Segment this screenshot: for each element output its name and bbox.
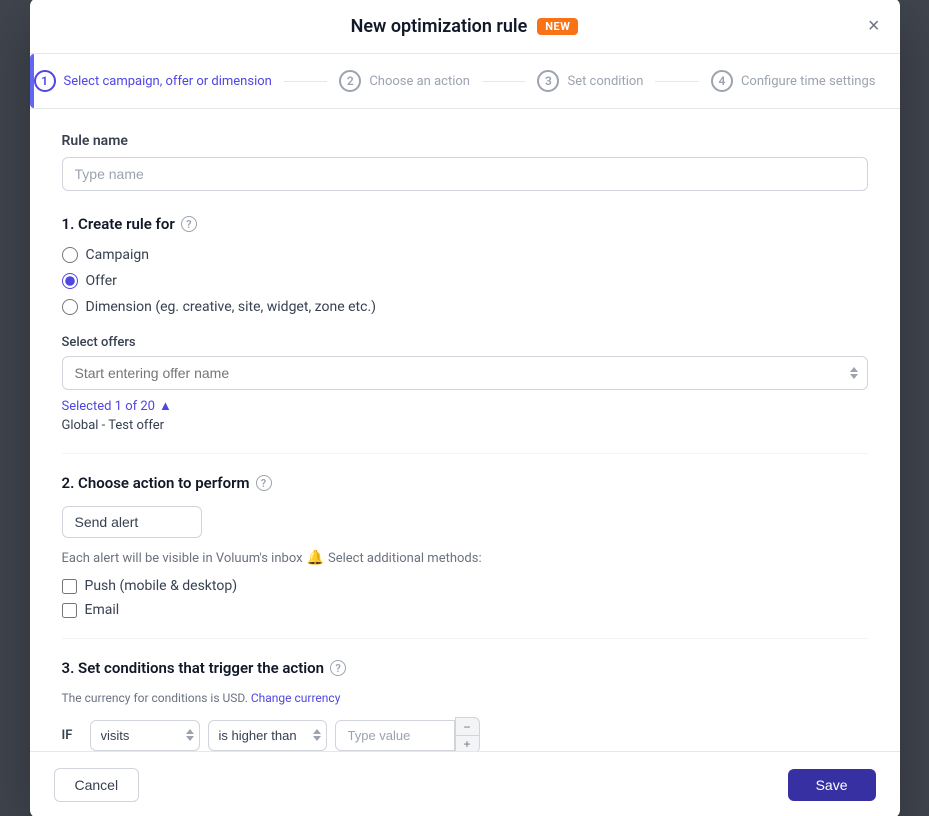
cancel-button[interactable]: Cancel [54, 768, 140, 802]
save-button[interactable]: Save [788, 769, 876, 801]
radio-offer-label: Offer [86, 273, 117, 289]
step-4-number: 4 [711, 70, 733, 92]
rule-name-input[interactable] [62, 157, 868, 191]
modal-overlay: New optimization rule NEW × 1 Select cam… [0, 0, 929, 816]
radio-campaign-input[interactable] [62, 247, 78, 263]
step-4[interactable]: 4 Configure time settings [711, 70, 876, 92]
condition-row: IF visits clicks conversions revenue cos… [62, 717, 868, 751]
checkbox-group: Push (mobile & desktop) Email [62, 578, 868, 618]
metric-select-wrapper: visits clicks conversions revenue cost [90, 720, 200, 751]
action-select-container: Send alert Pause Resume Adjust bid [62, 506, 202, 538]
checkbox-push[interactable]: Push (mobile & desktop) [62, 578, 868, 594]
stepper-accent [30, 54, 34, 108]
value-input[interactable] [335, 720, 455, 751]
metric-select[interactable]: visits clicks conversions revenue cost [90, 720, 200, 751]
checkbox-push-input[interactable] [62, 579, 77, 594]
choose-action-heading: 2. Choose action to perform ? [62, 474, 868, 492]
step-1[interactable]: 1 Select campaign, offer or dimension [34, 70, 272, 92]
conditions-help-icon[interactable]: ? [330, 660, 346, 676]
selected-offer-item: Global - Test offer [62, 418, 868, 433]
create-rule-heading: 1. Create rule for ? [62, 215, 868, 233]
radio-campaign[interactable]: Campaign [62, 247, 868, 263]
modal-header: New optimization rule NEW × [30, 0, 900, 54]
step-divider-1 [284, 81, 328, 82]
selected-count[interactable]: Selected 1 of 20 ▲ [62, 398, 868, 414]
radio-dimension-label: Dimension (eg. creative, site, widget, z… [86, 299, 377, 315]
radio-offer[interactable]: Offer [62, 273, 868, 289]
checkbox-push-label: Push (mobile & desktop) [85, 578, 238, 594]
modal-dialog: New optimization rule NEW × 1 Select cam… [30, 0, 900, 816]
new-badge: NEW [537, 18, 578, 35]
modal-body: Rule name 1. Create rule for ? Campaign [30, 109, 900, 751]
action-select[interactable]: Send alert Pause Resume Adjust bid [62, 506, 202, 538]
operator-select-wrapper: is higher than is lower than is equal to… [208, 720, 327, 751]
create-rule-section: 1. Create rule for ? Campaign Offer Dime… [62, 215, 868, 315]
create-rule-help-icon[interactable]: ? [181, 216, 197, 232]
checkbox-email-label: Email [85, 602, 120, 618]
select-offers-section: Select offers Selected 1 of 20 ▲ Global … [62, 335, 868, 433]
step-divider-3 [655, 81, 699, 82]
value-increment-button[interactable]: + [455, 735, 480, 751]
step-3-label: Set condition [567, 74, 643, 89]
value-decrement-button[interactable]: − [455, 717, 480, 735]
value-input-wrapper: − + [335, 717, 480, 751]
select-offers-wrapper [62, 356, 868, 390]
radio-offer-input[interactable] [62, 273, 78, 289]
if-label: IF [62, 728, 82, 743]
section-divider-2 [62, 638, 868, 639]
step-2[interactable]: 2 Choose an action [339, 70, 470, 92]
close-button[interactable]: × [864, 12, 884, 40]
conditions-heading: 3. Set conditions that trigger the actio… [62, 659, 868, 677]
step-1-number: 1 [34, 70, 56, 92]
modal-footer: Cancel Save [30, 751, 900, 816]
rule-name-label: Rule name [62, 133, 868, 149]
step-4-label: Configure time settings [741, 74, 876, 89]
rule-name-section: Rule name [62, 133, 868, 191]
bell-icon: 🔔 [307, 550, 324, 566]
rule-type-radio-group: Campaign Offer Dimension (eg. creative, … [62, 247, 868, 315]
step-3-number: 3 [537, 70, 559, 92]
chevron-up-icon: ▲ [159, 398, 172, 414]
step-2-label: Choose an action [369, 74, 470, 89]
checkbox-email-input[interactable] [62, 603, 77, 618]
step-2-number: 2 [339, 70, 361, 92]
change-currency-link[interactable]: Change currency [251, 691, 341, 705]
radio-dimension[interactable]: Dimension (eg. creative, site, widget, z… [62, 299, 868, 315]
choose-action-help-icon[interactable]: ? [256, 475, 272, 491]
operator-select[interactable]: is higher than is lower than is equal to… [208, 720, 327, 751]
currency-note: The currency for conditions is USD. Chan… [62, 691, 868, 705]
section-divider [62, 453, 868, 454]
step-divider-2 [482, 81, 526, 82]
select-offers-label: Select offers [62, 335, 868, 350]
value-stepper-buttons: − + [455, 717, 480, 751]
modal-title-text: New optimization rule [351, 16, 528, 37]
radio-dimension-input[interactable] [62, 299, 78, 315]
select-offers-input[interactable] [62, 356, 868, 390]
action-select-wrapper: Send alert Pause Resume Adjust bid [62, 506, 868, 538]
conditions-section: 3. Set conditions that trigger the actio… [62, 659, 868, 751]
alert-description: Each alert will be visible in Voluum's i… [62, 550, 868, 566]
step-3[interactable]: 3 Set condition [537, 70, 643, 92]
choose-action-section: 2. Choose action to perform ? Send alert… [62, 474, 868, 618]
stepper: 1 Select campaign, offer or dimension 2 … [30, 54, 900, 109]
step-1-label: Select campaign, offer or dimension [64, 74, 272, 89]
modal-title: New optimization rule NEW [351, 16, 579, 37]
checkbox-email[interactable]: Email [62, 602, 868, 618]
radio-campaign-label: Campaign [86, 247, 149, 263]
